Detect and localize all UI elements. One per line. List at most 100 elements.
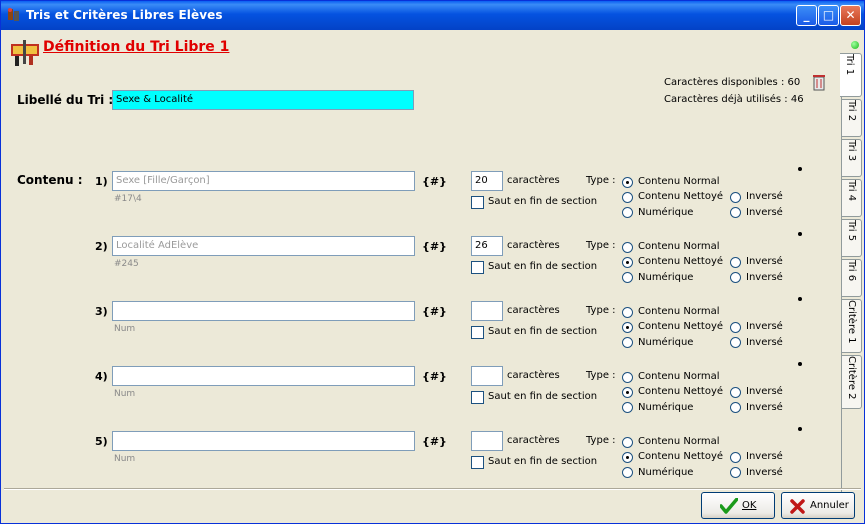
ok-button[interactable]: OK: [701, 492, 775, 519]
radio-inverse-nettoye[interactable]: [730, 452, 741, 463]
libelle-label: Libellé du Tri :: [17, 93, 114, 107]
radio-contenu-nettoye[interactable]: [622, 192, 633, 203]
radio-numerique[interactable]: [622, 467, 633, 478]
row-number: 3): [95, 305, 108, 318]
field-code: Num: [114, 324, 136, 334]
radio-contenu-nettoye[interactable]: [622, 452, 633, 463]
radio-inverse-nettoye[interactable]: [730, 257, 741, 268]
tab-tri-2[interactable]: Tri 2: [842, 99, 862, 137]
window-title: Tris et Critères Libres Elèves: [26, 8, 223, 22]
cancel-x-icon: [790, 499, 805, 514]
radio-inverse-nettoye[interactable]: [730, 192, 741, 203]
cancel-label: Annuler: [810, 500, 849, 511]
saut-label: Saut en fin de section: [488, 261, 598, 272]
title-bar[interactable]: Tris et Critères Libres Elèves _ □ ✕: [1, 1, 864, 30]
radio-numerique[interactable]: [622, 272, 633, 283]
numerique-label: Numérique: [638, 272, 694, 283]
radio-inverse-numerique[interactable]: [730, 337, 741, 348]
status-dot: [798, 362, 802, 366]
tab-tri-3[interactable]: Tri 3: [842, 139, 862, 177]
cancel-button[interactable]: Annuler: [781, 492, 855, 519]
close-button[interactable]: ✕: [840, 5, 861, 26]
minimize-icon: _: [803, 8, 810, 22]
radio-numerique[interactable]: [622, 402, 633, 413]
radio-inverse-nettoye[interactable]: [730, 387, 741, 398]
saut-checkbox[interactable]: [471, 196, 484, 209]
tab-tri-1[interactable]: Tri 1: [840, 53, 862, 97]
length-input-1[interactable]: 20: [471, 171, 503, 191]
tab-tri-6[interactable]: Tri 6: [842, 259, 862, 297]
contenu-normal-label: Contenu Normal: [638, 241, 720, 252]
status-dot: [798, 297, 802, 301]
minimize-button[interactable]: _: [796, 5, 817, 26]
footer-separator: [4, 488, 861, 490]
caracteres-label: caractères: [507, 175, 560, 186]
tab-tri-4[interactable]: Tri 4: [842, 179, 862, 217]
contenu-normal-label: Contenu Normal: [638, 176, 720, 187]
row-number: 4): [95, 370, 108, 383]
libelle-input[interactable]: Sexe & Localité: [112, 90, 414, 110]
caracteres-label: caractères: [507, 370, 560, 381]
radio-inverse-numerique[interactable]: [730, 207, 741, 218]
status-dot: [798, 427, 802, 431]
maximize-button[interactable]: □: [818, 5, 839, 26]
numerique-label: Numérique: [638, 207, 694, 218]
contenu-label: Contenu :: [17, 173, 83, 187]
radio-contenu-nettoye[interactable]: [622, 257, 633, 268]
contenu-nettoye-label: Contenu Nettoyé: [638, 256, 724, 267]
radio-contenu-normal[interactable]: [622, 372, 633, 383]
length-input-5[interactable]: [471, 431, 503, 451]
numerique-label: Numérique: [638, 467, 694, 478]
saut-checkbox[interactable]: [471, 391, 484, 404]
trash-icon[interactable]: [811, 73, 827, 91]
insert-field-button[interactable]: {#}: [422, 435, 447, 448]
radio-inverse-numerique[interactable]: [730, 402, 741, 413]
field-input-2[interactable]: Localité AdElève: [112, 236, 415, 256]
inverse-label: Inversé: [746, 191, 783, 202]
maximize-icon: □: [822, 8, 835, 22]
insert-field-button[interactable]: {#}: [422, 240, 447, 253]
saut-checkbox[interactable]: [471, 326, 484, 339]
length-input-2[interactable]: 26: [471, 236, 503, 256]
tab-critere-1[interactable]: Critère 1: [842, 299, 862, 353]
tab-critere-2[interactable]: Critère 2: [842, 355, 862, 409]
caracteres-label: caractères: [507, 305, 560, 316]
radio-numerique[interactable]: [622, 207, 633, 218]
inverse-label: Inversé: [746, 337, 783, 348]
main-window: Tris et Critères Libres Elèves _ □ ✕ Déf…: [0, 0, 865, 524]
insert-field-button[interactable]: {#}: [422, 370, 447, 383]
radio-inverse-nettoye[interactable]: [730, 322, 741, 333]
row-number: 1): [95, 175, 108, 188]
radio-contenu-nettoye[interactable]: [622, 322, 633, 333]
sort-definition-icon: [11, 40, 39, 66]
radio-contenu-normal[interactable]: [622, 177, 633, 188]
field-input-3[interactable]: [112, 301, 415, 321]
saut-checkbox[interactable]: [471, 261, 484, 274]
radio-contenu-normal[interactable]: [622, 242, 633, 253]
field-input-1[interactable]: Sexe [Fille/Garçon]: [112, 171, 415, 191]
page-title: Définition du Tri Libre 1: [43, 39, 230, 55]
field-input-5[interactable]: [112, 431, 415, 451]
type-label: Type :: [586, 305, 616, 316]
radio-numerique[interactable]: [622, 337, 633, 348]
insert-field-button[interactable]: {#}: [422, 175, 447, 188]
used-chars: Caractères déjà utilisés : 46: [664, 94, 804, 105]
saut-checkbox[interactable]: [471, 456, 484, 469]
inverse-label: Inversé: [746, 467, 783, 478]
radio-contenu-normal[interactable]: [622, 437, 633, 448]
length-input-3[interactable]: [471, 301, 503, 321]
radio-inverse-numerique[interactable]: [730, 272, 741, 283]
inverse-label: Inversé: [746, 386, 783, 397]
radio-inverse-numerique[interactable]: [730, 467, 741, 478]
radio-contenu-nettoye[interactable]: [622, 387, 633, 398]
contenu-normal-label: Contenu Normal: [638, 306, 720, 317]
caracteres-label: caractères: [507, 240, 560, 251]
field-input-4[interactable]: [112, 366, 415, 386]
type-label: Type :: [586, 175, 616, 186]
row-number: 2): [95, 240, 108, 253]
insert-field-button[interactable]: {#}: [422, 305, 447, 318]
app-icon: [8, 8, 19, 21]
tab-tri-5[interactable]: Tri 5: [842, 219, 862, 257]
radio-contenu-normal[interactable]: [622, 307, 633, 318]
length-input-4[interactable]: [471, 366, 503, 386]
